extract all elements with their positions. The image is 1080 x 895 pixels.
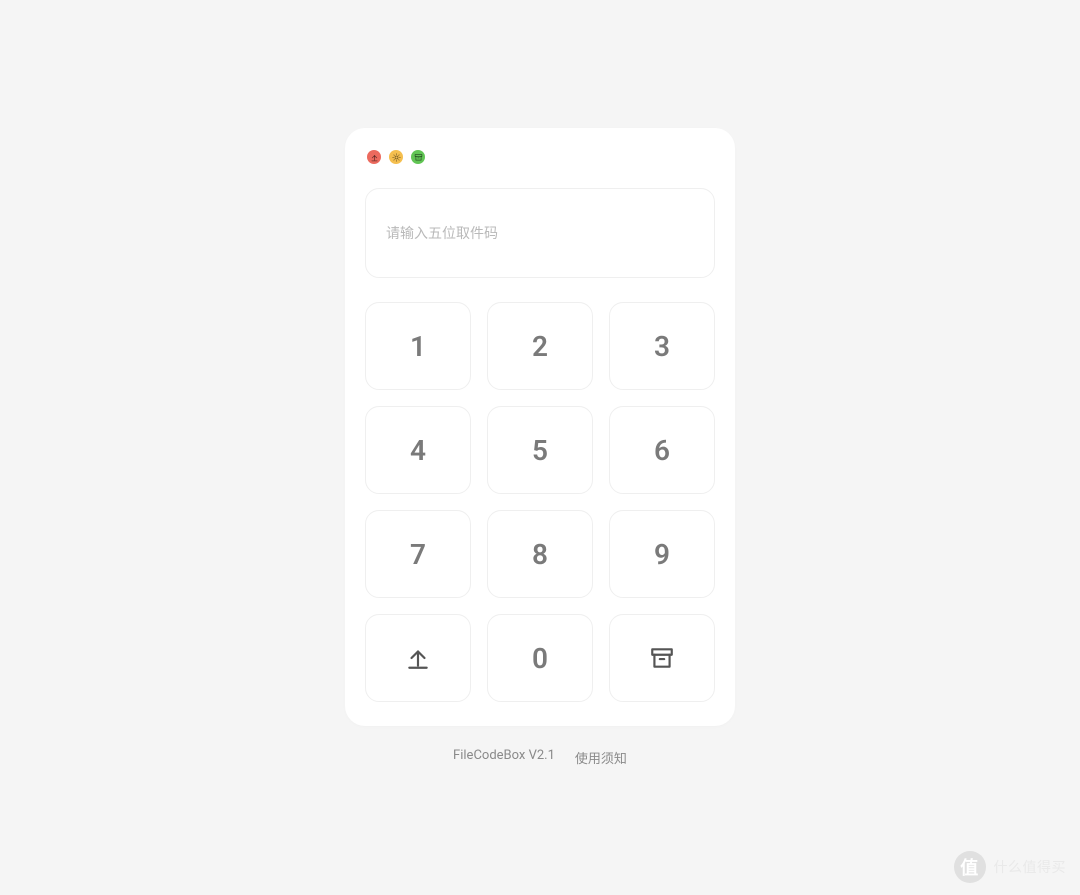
theme-control[interactable] [389, 150, 403, 164]
code-input-container [365, 188, 715, 278]
code-input[interactable] [386, 225, 694, 241]
terms-link[interactable]: 使用须知 [575, 748, 627, 767]
key-upload[interactable] [365, 614, 471, 702]
key-0[interactable]: 0 [487, 614, 593, 702]
watermark-badge: 值 [954, 851, 986, 883]
watermark: 值 什么值得买 [954, 851, 1067, 883]
sun-icon [392, 153, 401, 162]
upload-control[interactable] [367, 150, 381, 164]
key-9[interactable]: 9 [609, 510, 715, 598]
footer: FileCodeBox V2.1 使用须知 [453, 748, 627, 767]
archive-icon [414, 153, 423, 162]
key-6[interactable]: 6 [609, 406, 715, 494]
archive-icon [649, 645, 675, 671]
window-controls [365, 148, 715, 164]
key-3[interactable]: 3 [609, 302, 715, 390]
key-2[interactable]: 2 [487, 302, 593, 390]
key-7[interactable]: 7 [365, 510, 471, 598]
key-8[interactable]: 8 [487, 510, 593, 598]
key-1[interactable]: 1 [365, 302, 471, 390]
key-5[interactable]: 5 [487, 406, 593, 494]
upload-icon [405, 645, 431, 671]
key-4[interactable]: 4 [365, 406, 471, 494]
upload-icon [370, 153, 379, 162]
app-version-link[interactable]: FileCodeBox V2.1 [453, 748, 555, 767]
keypad: 1 2 3 4 5 6 7 8 9 0 [365, 302, 715, 702]
key-archive[interactable] [609, 614, 715, 702]
code-entry-card: 1 2 3 4 5 6 7 8 9 0 [345, 128, 735, 726]
watermark-text: 什么值得买 [994, 857, 1067, 877]
archive-control[interactable] [411, 150, 425, 164]
